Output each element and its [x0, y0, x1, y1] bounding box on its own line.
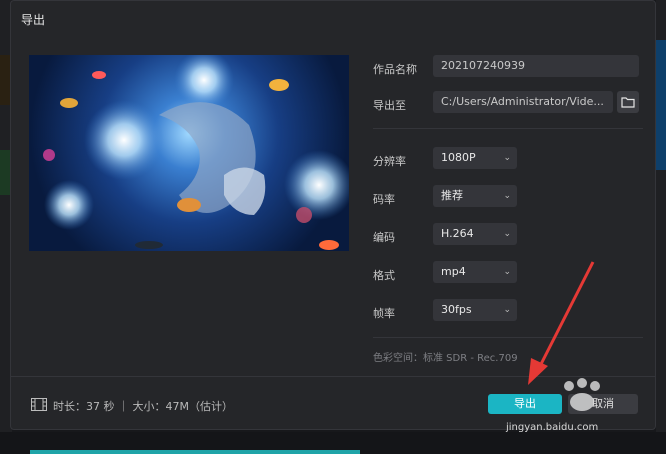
bitrate-value: 推荐	[441, 189, 463, 202]
chevron-down-icon: ⌄	[503, 305, 511, 315]
resolution-select[interactable]: 1080P ⌄	[433, 147, 517, 169]
codec-label: 编码	[373, 231, 395, 244]
timeline-track	[30, 450, 360, 454]
codec-select[interactable]: H.264 ⌄	[433, 223, 517, 245]
dialog-title: 导出	[21, 13, 46, 27]
name-input[interactable]: 202107240939	[433, 55, 639, 77]
divider	[373, 128, 643, 129]
watermark-text: jingyan.baidu.com	[506, 422, 599, 433]
chevron-down-icon: ⌄	[503, 153, 511, 163]
export-path-input[interactable]: C:/Users/Administrator/Vide...	[433, 91, 613, 113]
watermark: jingyan.baidu.com	[500, 378, 660, 438]
format-select[interactable]: mp4 ⌄	[433, 261, 517, 283]
framerate-label: 帧率	[373, 307, 395, 320]
chevron-down-icon: ⌄	[503, 191, 511, 201]
export-dialog: 导出 作品名称 202107240939 导出至 C:/Users/Admini…	[10, 0, 656, 430]
resolution-label: 分辨率	[373, 155, 406, 168]
duration-size-info: 时长：37 秒 ｜ 大小：47M（估计）	[53, 400, 233, 413]
folder-icon	[621, 97, 635, 108]
video-preview	[29, 55, 349, 251]
format-label: 格式	[373, 269, 395, 282]
export-settings-panel: 作品名称 202107240939 导出至 C:/Users/Administr…	[373, 1, 643, 431]
name-label: 作品名称	[373, 63, 417, 76]
footer-divider	[11, 376, 655, 377]
framerate-value: 30fps	[441, 303, 472, 316]
film-icon	[31, 398, 47, 411]
resolution-value: 1080P	[441, 151, 476, 164]
codec-value: H.264	[441, 227, 474, 240]
paw-logo-icon	[564, 378, 600, 411]
bitrate-select[interactable]: 推荐 ⌄	[433, 185, 517, 207]
export-to-label: 导出至	[373, 99, 406, 112]
color-space-text: 色彩空间：标准 SDR - Rec.709	[373, 353, 518, 364]
bitrate-label: 码率	[373, 193, 395, 206]
background-thumbnail	[656, 40, 666, 170]
browse-folder-button[interactable]	[617, 91, 639, 113]
divider	[373, 337, 643, 338]
chevron-down-icon: ⌄	[503, 267, 511, 277]
chevron-down-icon: ⌄	[503, 229, 511, 239]
framerate-select[interactable]: 30fps ⌄	[433, 299, 517, 321]
format-value: mp4	[441, 265, 466, 278]
preview-image	[43, 55, 349, 250]
